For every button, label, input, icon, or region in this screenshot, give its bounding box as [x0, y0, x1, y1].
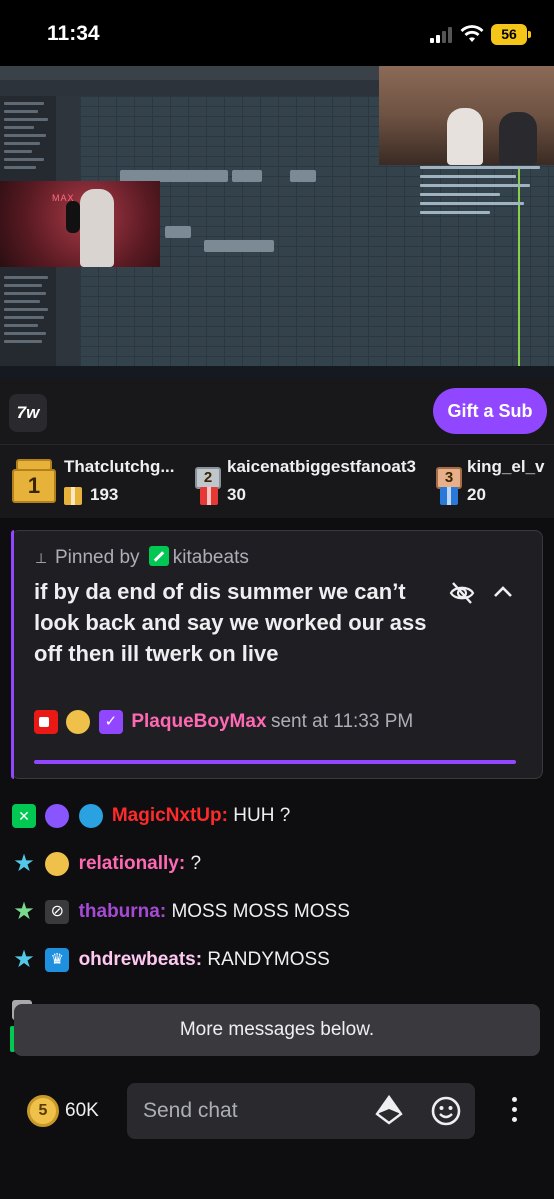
fish-badge-icon [45, 804, 70, 828]
more-vertical-icon[interactable] [510, 1097, 518, 1125]
stream-video[interactable]: MAX [0, 66, 554, 378]
star-badge-icon [12, 898, 36, 926]
coin-count[interactable]: 60K [65, 1100, 99, 1122]
pinned-by-label: Pinned by [55, 547, 140, 568]
bits-icon[interactable] [375, 1095, 403, 1125]
gift-icon [64, 487, 82, 505]
daw-clip [165, 226, 191, 238]
pinned-sent-time: sent at 11:33 PM [270, 711, 414, 732]
chat-message[interactable]: MagicNxtUp: HUH ? [12, 802, 290, 830]
live-camera-badge-icon [34, 710, 58, 734]
sunglasses-badge-icon [45, 852, 70, 876]
chat-username[interactable]: MagicNxtUp: [112, 805, 228, 826]
gift-rank-1-icon: 1 [12, 459, 56, 503]
pinned-progress-bar [34, 760, 516, 764]
chevron-up-icon[interactable] [491, 580, 515, 604]
pinned-by-user: kitabeats [172, 547, 249, 568]
leaderboard-entry[interactable]: 2 kaicenatbiggestfanoat3 30 [190, 445, 430, 519]
gift-leaderboard: 1 Thatclutchg... 193 2 kaicenatbiggestfa… [0, 444, 554, 518]
pinned-author-name[interactable]: PlaqueBoyMax [131, 711, 266, 732]
webcam-streamer [379, 66, 554, 165]
leaderboard-entry[interactable]: 1 Thatclutchg... 193 [0, 445, 200, 519]
pinned-message-text: if by da end of dis summer we can’t look… [34, 579, 427, 666]
artist-figure [80, 189, 114, 267]
webcam-artist: MAX [0, 181, 160, 267]
battery-icon: 56 [491, 24, 527, 45]
leaderboard-name: kaicenatbiggestfanoat3 [227, 457, 416, 476]
pin-icon: ⊥ [35, 550, 48, 566]
status-bar: 11:34 56 [0, 0, 554, 66]
streamer-figure [447, 108, 483, 165]
extension-button[interactable]: 7w [9, 394, 47, 432]
leaderboard-count: 30 [227, 485, 246, 504]
star-badge-icon [12, 850, 36, 878]
crown-badge-icon [45, 948, 70, 972]
coin-icon[interactable]: 5 [27, 1095, 59, 1127]
gift-icon [200, 487, 218, 505]
leaderboard-count: 20 [467, 485, 486, 504]
gift-sub-button[interactable]: Gift a Sub [433, 388, 547, 434]
daw-clip [232, 170, 262, 182]
daw-clip [290, 170, 316, 182]
battery-nub [528, 31, 531, 38]
send-chat-input[interactable] [127, 1083, 475, 1139]
chat-text: RANDYMOSS [207, 949, 330, 970]
subscriber-badge-icon [12, 804, 36, 828]
chat-username[interactable]: ohdrewbeats: [79, 949, 203, 970]
chat-text: ? [190, 853, 202, 874]
wifi-icon [460, 25, 484, 42]
star-badge-icon [12, 946, 36, 974]
microphone [66, 201, 80, 233]
leaderboard-name: king_el_v [467, 457, 545, 476]
chat-message[interactable]: thaburna: MOSS MOSS MOSS [12, 898, 350, 926]
chat-username[interactable]: relationally: [79, 853, 186, 874]
daw-clip [178, 170, 228, 182]
globe-badge-icon [78, 804, 103, 828]
verified-badge-icon [98, 710, 123, 734]
gift-icon [440, 487, 458, 505]
pinned-by-row: ⊥ Pinned by kitabeats [35, 546, 249, 569]
leaderboard-name: Thatclutchg... [64, 457, 175, 476]
leaderboard-entry[interactable]: 3 king_el_v 20 [430, 445, 554, 519]
emote-icon[interactable] [430, 1095, 462, 1127]
pinned-author-row: PlaqueBoyMax sent at 11:33 PM [34, 710, 413, 738]
chat-message[interactable]: ohdrewbeats: RANDYMOSS [12, 946, 330, 974]
moderator-badge-icon [148, 546, 169, 566]
chat-text: HUH ? [233, 805, 291, 826]
guest-figure [499, 112, 537, 165]
eye-off-icon[interactable] [448, 579, 476, 607]
chat-text: MOSS MOSS MOSS [171, 901, 350, 922]
leaderboard-count: 193 [90, 485, 119, 504]
signal-icon [430, 27, 456, 43]
status-time: 11:34 [47, 22, 100, 45]
chat-username[interactable]: thaburna: [79, 901, 167, 922]
daw-taskbar [0, 366, 554, 378]
eye-off-badge-icon [45, 900, 70, 924]
daw-clip [204, 240, 274, 252]
more-messages-banner[interactable]: More messages below. [14, 1004, 540, 1056]
stream-chat-overlay [420, 166, 554, 226]
chat-message[interactable]: relationally: ? [12, 850, 201, 878]
pinned-accent [11, 530, 14, 779]
emote-badge-icon [66, 710, 91, 734]
